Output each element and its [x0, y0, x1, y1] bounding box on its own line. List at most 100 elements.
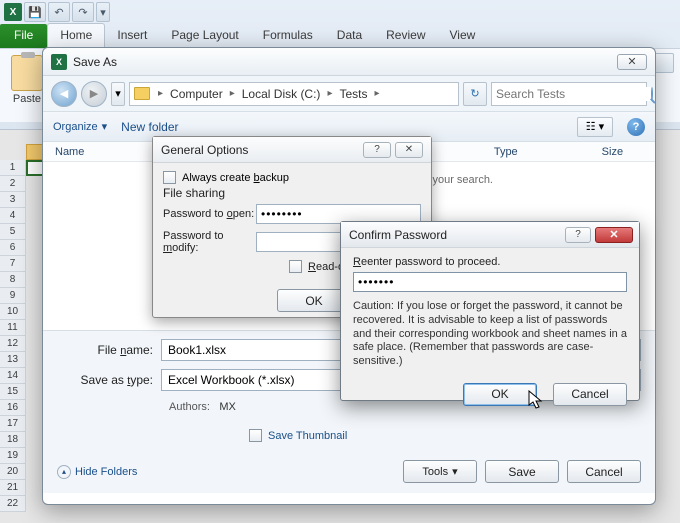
chevron-right-icon[interactable]: ▸ — [372, 88, 381, 99]
row-header[interactable]: 21 — [0, 480, 26, 496]
tab-review[interactable]: Review — [374, 24, 437, 48]
close-icon[interactable]: ✕ — [595, 227, 633, 243]
excel-icon: X — [51, 54, 67, 70]
row-header[interactable]: 8 — [0, 272, 26, 288]
confirm-password-dialog: Confirm Password ? ✕ Reenter password to… — [340, 221, 640, 401]
confirm-input[interactable] — [353, 272, 627, 292]
authors-value[interactable]: MX — [219, 401, 236, 413]
ribbon-button[interactable] — [654, 53, 674, 73]
row-header[interactable]: 3 — [0, 192, 26, 208]
backup-label: Always create backup — [182, 172, 289, 184]
pw-open-label: Password to open: — [163, 208, 256, 220]
tools-button[interactable]: Tools▾ — [403, 460, 477, 483]
row-header[interactable]: 17 — [0, 416, 26, 432]
col-size[interactable]: Size — [602, 146, 643, 158]
save-as-title: Save As — [73, 55, 117, 69]
row-header[interactable]: 5 — [0, 224, 26, 240]
confirm-titlebar[interactable]: Confirm Password ? ✕ — [341, 222, 639, 248]
chevron-right-icon[interactable]: ▸ — [156, 88, 165, 99]
cancel-button[interactable]: Cancel — [567, 460, 641, 483]
new-folder-button[interactable]: New folder — [121, 120, 178, 134]
chevron-right-icon[interactable]: ▸ — [325, 88, 334, 99]
save-button[interactable]: Save — [485, 460, 559, 483]
tab-data[interactable]: Data — [325, 24, 374, 48]
tab-formulas[interactable]: Formulas — [251, 24, 325, 48]
checkbox-icon[interactable] — [163, 171, 176, 184]
row-header[interactable]: 10 — [0, 304, 26, 320]
row-headers: 1 2 3 4 5 6 7 8 9 10 11 12 13 14 15 16 1… — [0, 160, 26, 512]
back-button[interactable]: ◀ — [51, 81, 77, 107]
close-icon[interactable]: ✕ — [617, 54, 647, 70]
quick-access-toolbar: X 💾 ↶ ↷ ▾ — [4, 2, 110, 22]
tab-view[interactable]: View — [438, 24, 488, 48]
confirm-label: Reenter password to proceed. — [353, 256, 627, 268]
clipboard-icon — [11, 55, 43, 91]
backup-checkbox[interactable]: Always create backup — [163, 171, 421, 184]
qat-redo-icon[interactable]: ↷ — [72, 2, 94, 22]
general-options-title: General Options — [161, 143, 248, 157]
excel-icon: X — [4, 3, 22, 21]
filename-label: File name: — [57, 343, 161, 357]
row-header[interactable]: 19 — [0, 448, 26, 464]
col-type[interactable]: Type — [494, 146, 552, 158]
hide-folders-button[interactable]: ▴ Hide Folders — [57, 465, 137, 479]
row-header[interactable]: 15 — [0, 384, 26, 400]
row-header[interactable]: 18 — [0, 432, 26, 448]
breadcrumb-seg[interactable]: Local Disk (C:) — [239, 87, 324, 101]
qat-save-icon[interactable]: 💾 — [24, 2, 46, 22]
confirm-title: Confirm Password — [349, 228, 447, 242]
save-as-titlebar[interactable]: X Save As ✕ — [43, 48, 655, 76]
thumbnail-label: Save Thumbnail — [268, 430, 347, 442]
ribbon-tabs: File Home Insert Page Layout Formulas Da… — [0, 24, 487, 48]
qat-undo-icon[interactable]: ↶ — [48, 2, 70, 22]
row-header[interactable]: 20 — [0, 464, 26, 480]
row-header[interactable]: 14 — [0, 368, 26, 384]
checkbox-icon[interactable] — [249, 429, 262, 442]
row-header[interactable]: 2 — [0, 176, 26, 192]
help-icon[interactable]: ? — [565, 227, 591, 243]
thumbnail-checkbox[interactable]: Save Thumbnail — [249, 429, 641, 442]
breadcrumb[interactable]: ▸ Computer ▸ Local Disk (C:) ▸ Tests ▸ — [129, 82, 459, 106]
refresh-button[interactable]: ↻ — [463, 82, 487, 106]
chevron-right-icon[interactable]: ▸ — [228, 88, 237, 99]
help-icon[interactable]: ? — [627, 118, 645, 136]
row-header[interactable]: 4 — [0, 208, 26, 224]
tab-page-layout[interactable]: Page Layout — [159, 24, 250, 48]
chevron-down-icon: ▾ — [102, 120, 108, 133]
history-dropdown[interactable]: ▾ — [111, 82, 125, 106]
checkbox-icon[interactable] — [289, 260, 302, 273]
row-header[interactable]: 9 — [0, 288, 26, 304]
tab-home[interactable]: Home — [47, 23, 105, 48]
pw-modify-label: Password to modify: — [163, 230, 256, 254]
row-header[interactable]: 22 — [0, 496, 26, 512]
breadcrumb-seg[interactable]: Computer — [167, 87, 226, 101]
view-button[interactable]: ☷ ▾ — [577, 117, 613, 137]
general-options-titlebar[interactable]: General Options ? ✕ — [153, 137, 431, 163]
file-sharing-label: File sharing — [163, 186, 421, 200]
chevron-down-icon: ▾ — [452, 465, 458, 478]
qat-dropdown-icon[interactable]: ▾ — [96, 2, 110, 22]
caution-text: Caution: If you lose or forget the passw… — [353, 300, 627, 369]
tab-file[interactable]: File — [0, 24, 47, 48]
ok-button[interactable]: OK — [463, 383, 537, 406]
help-icon[interactable]: ? — [363, 142, 391, 158]
row-header[interactable]: 1 — [0, 160, 26, 176]
forward-button: ▶ — [81, 81, 107, 107]
row-header[interactable]: 6 — [0, 240, 26, 256]
row-header[interactable]: 13 — [0, 352, 26, 368]
breadcrumb-seg[interactable]: Tests — [336, 87, 370, 101]
tab-insert[interactable]: Insert — [105, 24, 159, 48]
organize-button[interactable]: Organize▾ — [53, 120, 107, 133]
nav-bar: ◀ ▶ ▾ ▸ Computer ▸ Local Disk (C:) ▸ Tes… — [43, 76, 655, 112]
authors-label: Authors: — [169, 401, 210, 413]
row-header[interactable]: 16 — [0, 400, 26, 416]
row-header[interactable]: 7 — [0, 256, 26, 272]
close-icon[interactable]: ✕ — [395, 142, 423, 158]
search-box[interactable] — [491, 82, 647, 106]
search-input[interactable] — [496, 87, 651, 101]
row-header[interactable]: 11 — [0, 320, 26, 336]
cancel-button[interactable]: Cancel — [553, 383, 627, 406]
savetype-label: Save as type: — [57, 373, 161, 387]
folder-icon — [134, 87, 150, 100]
row-header[interactable]: 12 — [0, 336, 26, 352]
